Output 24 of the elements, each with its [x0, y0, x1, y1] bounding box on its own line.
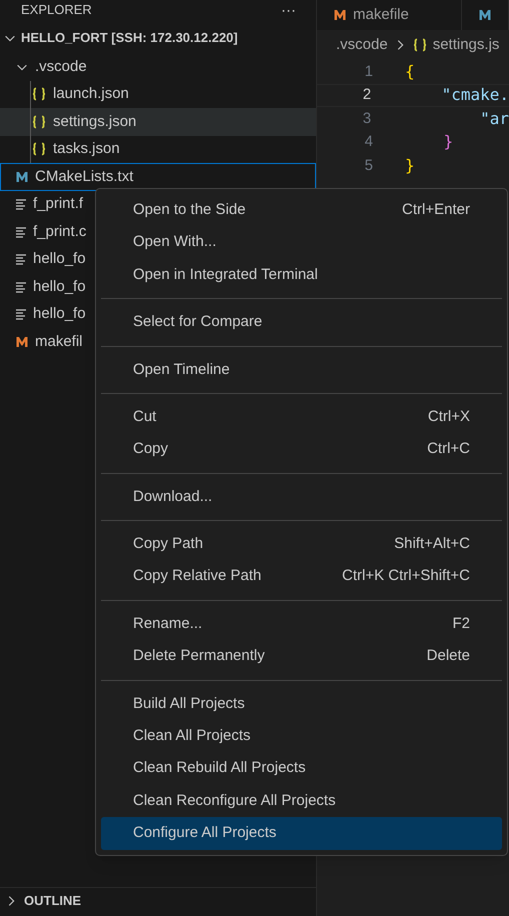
- file-name: tasks.json: [53, 139, 120, 159]
- outline-title: OUTLINE: [24, 892, 82, 910]
- line-number: 1: [364, 62, 373, 82]
- file-name: f_print.f: [33, 194, 84, 214]
- file-name: hello_fo: [33, 304, 86, 324]
- line-number: 5: [364, 156, 373, 176]
- file-name: .vscode: [35, 56, 87, 76]
- code-text: "ar: [479, 108, 509, 130]
- file-name: CMakeLists.txt: [35, 166, 134, 186]
- file-name: launch.json: [53, 84, 129, 104]
- line-number: 2: [362, 85, 372, 105]
- file-name: settings.json: [53, 112, 136, 132]
- file-name: hello_fo: [33, 276, 86, 296]
- line-number: 3: [362, 108, 372, 128]
- line-number: 4: [364, 132, 373, 152]
- workspace-name: HELLO_FORT [SSH: 172.30.12.220]: [21, 29, 238, 48]
- file-name: makefil: [35, 332, 83, 352]
- code-text: }: [442, 131, 454, 154]
- code-text: }: [405, 154, 415, 177]
- file-name: f_print.c: [33, 222, 86, 242]
- file-name: hello_fo: [33, 249, 86, 269]
- code-text: "cmake.: [440, 84, 509, 106]
- panel-title: EXPLORER: [21, 1, 92, 20]
- code-text: {: [405, 60, 415, 83]
